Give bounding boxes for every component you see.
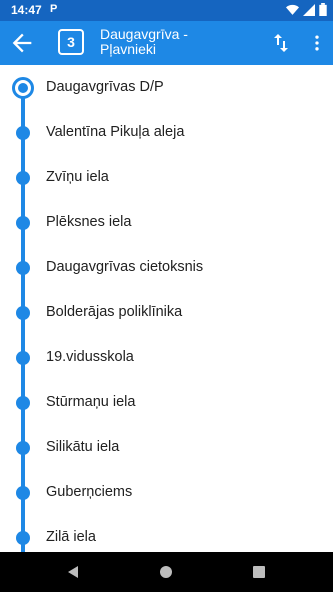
stop-marker xyxy=(16,396,30,410)
stop-marker xyxy=(16,306,30,320)
current-stop-marker xyxy=(12,77,34,99)
stop-item[interactable]: Valentīna Pikuļa aleja xyxy=(0,110,333,155)
stop-marker xyxy=(16,351,30,365)
more-vert-icon[interactable] xyxy=(307,31,327,55)
status-time: 14:47 xyxy=(11,3,42,17)
stop-item[interactable]: Daugavgrīvas cietoksnis xyxy=(0,245,333,290)
stop-name: Guberņciems xyxy=(46,484,133,500)
stop-item[interactable]: Guberņciems xyxy=(0,470,333,515)
stop-name: Zilā iela xyxy=(46,529,96,545)
route-title-line2: Pļavnieki xyxy=(100,41,157,57)
stop-marker xyxy=(16,531,30,545)
app-bar: 3 Daugavgrīva - Pļavnieki xyxy=(0,21,333,65)
stop-name: Valentīna Pikuļa aleja xyxy=(46,124,185,140)
stop-item[interactable]: 19.vidusskola xyxy=(0,335,333,380)
stop-name: Daugavgrīvas cietoksnis xyxy=(46,259,204,275)
system-nav-bar xyxy=(0,552,333,592)
stop-name: 19.vidusskola xyxy=(46,349,134,365)
arrow-back-icon[interactable] xyxy=(8,29,36,57)
stop-name: Plēksnes iela xyxy=(46,214,132,230)
app-notification-icon: P xyxy=(50,3,58,15)
stop-marker xyxy=(16,486,30,500)
stop-name: Silikātu iela xyxy=(46,439,120,455)
battery-icon xyxy=(319,3,327,16)
nav-back-icon[interactable] xyxy=(66,565,80,579)
stop-item[interactable]: Silikātu iela xyxy=(0,425,333,470)
stop-marker xyxy=(16,216,30,230)
wifi-icon xyxy=(286,4,299,15)
stop-item[interactable]: Zvīņu iela xyxy=(0,155,333,200)
status-icons xyxy=(286,3,327,16)
route-title-line1: Daugavgrīva - xyxy=(100,26,188,42)
nav-home-icon[interactable] xyxy=(159,565,173,579)
stop-marker xyxy=(16,171,30,185)
stop-name: Zvīņu iela xyxy=(46,169,109,185)
stop-item[interactable]: Plēksnes iela xyxy=(0,200,333,245)
status-bar: 14:47 P xyxy=(0,0,333,21)
stop-item[interactable]: Bolderājas poliklīnika xyxy=(0,290,333,335)
stop-marker xyxy=(16,126,30,140)
route-title: Daugavgrīva - Pļavnieki xyxy=(100,27,188,57)
stop-name: Stūrmaņu iela xyxy=(46,394,136,410)
stop-marker xyxy=(16,261,30,275)
stop-marker xyxy=(16,441,30,455)
signal-icon xyxy=(303,3,315,16)
stop-name: Daugavgrīvas D/P xyxy=(46,79,164,95)
route-number-badge: 3 xyxy=(58,29,84,55)
stop-item[interactable]: Daugavgrīvas D/P xyxy=(0,65,333,110)
stop-item[interactable]: Stūrmaņu iela xyxy=(0,380,333,425)
stops-list: Daugavgrīvas D/P Valentīna Pikuļa aleja … xyxy=(0,65,333,552)
stop-item[interactable]: Zilā iela xyxy=(0,515,333,552)
nav-recents-icon[interactable] xyxy=(252,565,266,579)
swap-vertical-icon[interactable] xyxy=(269,31,293,55)
stop-name: Bolderājas poliklīnika xyxy=(46,304,183,320)
